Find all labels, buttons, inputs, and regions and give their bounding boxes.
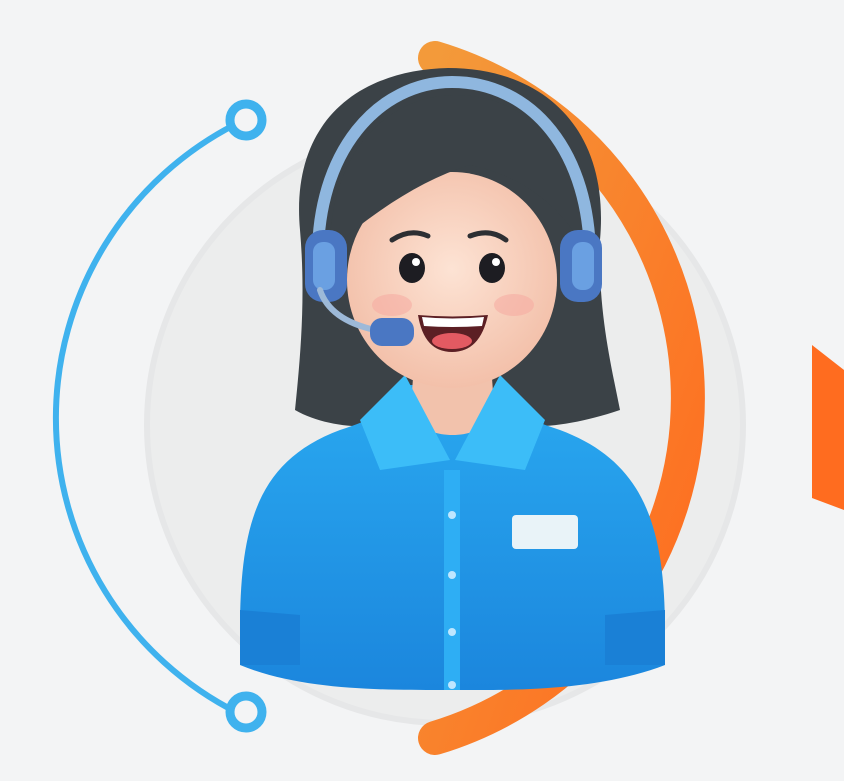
name-badge-icon [512, 515, 578, 549]
right-eye [479, 253, 505, 283]
right-earcup-inner [572, 242, 594, 290]
left-sleeve [240, 610, 300, 665]
button-icon [448, 571, 456, 579]
shirt-placket [444, 470, 460, 690]
tongue [432, 333, 472, 349]
right-sleeve [605, 610, 665, 665]
button-icon [448, 628, 456, 636]
support-illustration [0, 0, 844, 781]
microphone-icon [370, 318, 414, 346]
left-earcup-inner [313, 242, 335, 290]
right-cheek [494, 294, 534, 316]
eye-highlight [412, 258, 420, 266]
button-icon [448, 681, 456, 689]
button-icon [448, 511, 456, 519]
eye-highlight [492, 258, 500, 266]
support-agent-svg [52, 41, 844, 755]
bottom-node-icon [225, 691, 267, 733]
top-node-icon [225, 99, 267, 141]
teeth [422, 317, 484, 327]
left-cheek [372, 294, 412, 316]
left-eye [399, 253, 425, 283]
orange-arrow-icon [812, 345, 844, 510]
